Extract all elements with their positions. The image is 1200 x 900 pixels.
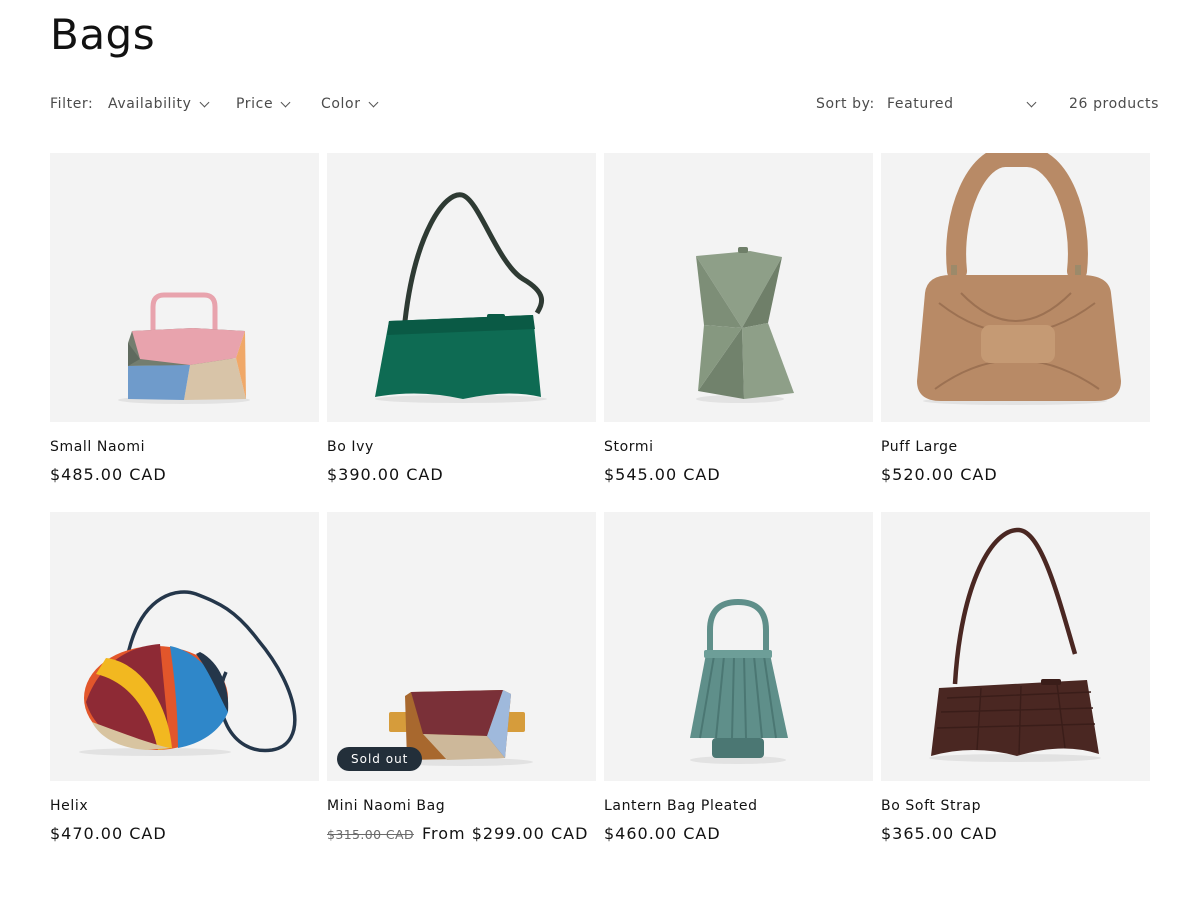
chevron-down-icon	[1026, 97, 1037, 108]
product-name[interactable]: Mini Naomi Bag	[327, 798, 445, 814]
stormi-bag-image	[696, 247, 794, 403]
product-price: $390.00 CAD	[327, 465, 444, 484]
filter-price-label: Price	[236, 96, 274, 112]
filter-label: Filter:	[50, 96, 94, 112]
puff-large-bag-image	[917, 153, 1121, 405]
product-price: $470.00 CAD	[50, 824, 167, 843]
filter-sort-bar: Filter: Availability Price Color Sort by…	[50, 96, 1158, 118]
sort-select[interactable]: Featured	[887, 96, 1037, 112]
product-card[interactable]: Helix $470.00 CAD	[50, 512, 319, 843]
product-card[interactable]: Stormi $545.00 CAD	[604, 153, 873, 484]
sort-label: Sort by:	[816, 96, 875, 112]
product-price: $365.00 CAD	[881, 824, 998, 843]
product-name[interactable]: Puff Large	[881, 439, 958, 455]
product-name[interactable]: Lantern Bag Pleated	[604, 798, 758, 814]
product-name[interactable]: Bo Ivy	[327, 439, 374, 455]
product-card[interactable]: Bo Ivy $390.00 CAD	[327, 153, 596, 484]
product-price: $545.00 CAD	[604, 465, 721, 484]
product-price: $520.00 CAD	[881, 465, 998, 484]
product-name[interactable]: Bo Soft Strap	[881, 798, 981, 814]
chevron-down-icon	[280, 97, 291, 108]
product-card[interactable]: Puff Large $520.00 CAD	[881, 153, 1150, 484]
product-image[interactable]	[881, 512, 1150, 781]
filter-color-dropdown[interactable]: Color	[321, 96, 379, 112]
product-image[interactable]	[50, 512, 319, 781]
sold-out-badge: Sold out	[337, 747, 423, 771]
product-price: $485.00 CAD	[50, 465, 167, 484]
sort-selected-value: Featured	[887, 96, 954, 112]
product-price-sale: From $299.00 CAD	[421, 824, 589, 843]
chevron-down-icon	[368, 97, 379, 108]
product-card[interactable]: Lantern Bag Pleated $460.00 CAD	[604, 512, 873, 843]
product-card[interactable]: Sold out Mini Naomi Bag $315.00 CAD From …	[327, 512, 596, 843]
product-image[interactable]	[50, 153, 319, 422]
small-naomi-bag-image	[118, 292, 250, 404]
product-count: 26 products	[1069, 96, 1160, 112]
page-title: Bags	[50, 10, 156, 59]
product-name[interactable]: Small Naomi	[50, 439, 145, 455]
product-card[interactable]: Bo Soft Strap $365.00 CAD	[881, 512, 1150, 843]
filter-availability-dropdown[interactable]: Availability	[108, 96, 209, 112]
product-price-original: $315.00 CAD	[327, 827, 414, 842]
filter-color-label: Color	[321, 96, 361, 112]
product-image[interactable]	[327, 153, 596, 422]
product-image[interactable]	[881, 153, 1150, 422]
filter-availability-label: Availability	[108, 96, 192, 112]
bo-ivy-bag-image	[375, 192, 547, 403]
product-name[interactable]: Helix	[50, 798, 88, 814]
filter-price-dropdown[interactable]: Price	[236, 96, 291, 112]
product-price: $315.00 CAD From $299.00 CAD	[327, 824, 588, 843]
helix-bag-image	[79, 590, 297, 756]
bo-soft-strap-bag-image	[929, 527, 1101, 762]
product-name[interactable]: Stormi	[604, 439, 654, 455]
lantern-bag-image	[690, 598, 788, 764]
mini-naomi-bag-image	[389, 690, 533, 766]
product-image[interactable]	[604, 153, 873, 422]
chevron-down-icon	[199, 97, 209, 108]
product-card[interactable]: Small Naomi $485.00 CAD	[50, 153, 319, 484]
product-image[interactable]	[604, 512, 873, 781]
product-price: $460.00 CAD	[604, 824, 721, 843]
product-image[interactable]: Sold out	[327, 512, 596, 781]
